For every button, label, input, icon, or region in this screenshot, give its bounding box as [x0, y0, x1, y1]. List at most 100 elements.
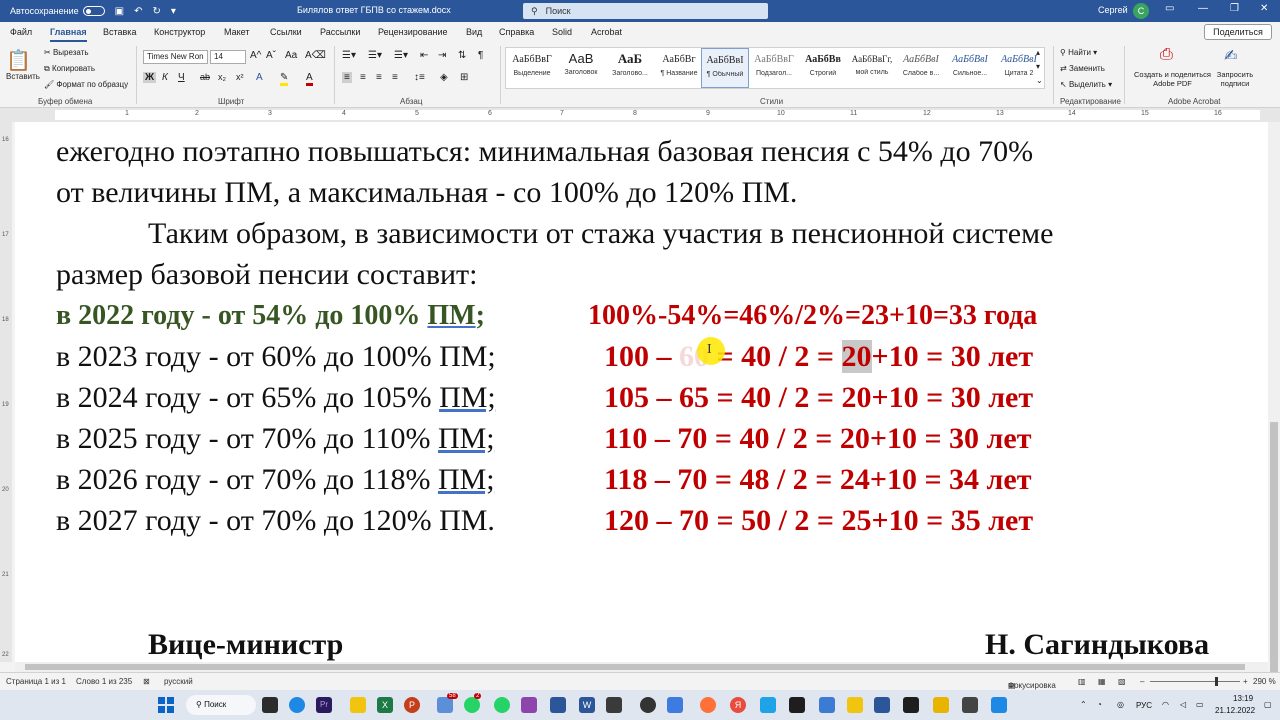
tray-chevron-icon[interactable]: ⌃	[1080, 700, 1087, 709]
create-pdf-button[interactable]: Создать и поделиться Adobe PDF	[1130, 70, 1215, 88]
app-icon[interactable]	[819, 697, 835, 713]
proofing-icon[interactable]: ⊠	[143, 677, 150, 686]
tab-layout[interactable]: Макет	[224, 27, 249, 37]
shading-icon[interactable]: ◈	[440, 72, 448, 83]
zoom-in-icon[interactable]: +	[1243, 677, 1248, 686]
share-button[interactable]: Поделиться	[1204, 24, 1272, 40]
app-icon[interactable]	[667, 697, 683, 713]
copy-button[interactable]: ⧉ Копировать	[44, 64, 95, 74]
app-icon[interactable]	[847, 697, 863, 713]
taskbar-search[interactable]: ⚲ Поиск	[186, 695, 256, 715]
premiere-icon[interactable]: Pr	[316, 697, 332, 713]
align-center-icon[interactable]: ≡	[360, 72, 366, 83]
clock-date[interactable]: 21.12.2022	[1215, 706, 1255, 715]
underline-button[interactable]: Ч	[178, 72, 185, 83]
align-right-icon[interactable]: ≡	[376, 72, 382, 83]
word-icon[interactable]: W	[579, 697, 595, 713]
line-spacing-icon[interactable]: ↕≡	[414, 72, 425, 83]
style-item[interactable]: АаВ Заголовок	[557, 48, 605, 88]
tray-icon[interactable]: ◔	[1097, 700, 1102, 709]
app-icon[interactable]	[874, 697, 890, 713]
minimize-icon[interactable]: —	[1198, 3, 1208, 14]
excel-icon[interactable]: X	[377, 697, 393, 713]
edge-icon[interactable]	[289, 697, 305, 713]
font-name-box[interactable]: Times New Ron	[143, 50, 208, 64]
multilevel-list-icon[interactable]: ☰▾	[394, 50, 408, 61]
maximize-icon[interactable]: ❐	[1230, 3, 1239, 14]
style-item[interactable]: АаБбВвI Сильное...	[946, 48, 994, 88]
whatsapp-business-icon[interactable]	[494, 697, 510, 713]
app-icon[interactable]	[933, 697, 949, 713]
styles-more-icon[interactable]: ⌄	[1036, 76, 1043, 85]
tab-file[interactable]: Файл	[10, 27, 32, 37]
subscript-button[interactable]: x₂	[218, 72, 226, 82]
scrollbar-thumb[interactable]	[1270, 422, 1278, 672]
cut-button[interactable]: ✂ Вырезать	[44, 48, 89, 57]
ribbon-display-icon[interactable]: ▭	[1165, 3, 1174, 14]
pilcrow-icon[interactable]: ¶	[478, 50, 483, 61]
battery-icon[interactable]: ▭	[1196, 700, 1204, 709]
read-mode-icon[interactable]: ▥	[1078, 677, 1086, 686]
app-icon[interactable]	[962, 697, 978, 713]
tab-home[interactable]: Главная	[50, 27, 87, 42]
zoom-level[interactable]: 290 %	[1253, 677, 1276, 686]
title-search-box[interactable]: ⚲ Поиск	[523, 3, 768, 19]
style-item[interactable]: АаБбВвГг, мой стиль	[848, 48, 896, 88]
save-icon[interactable]: ▣	[115, 6, 124, 17]
undo-icon[interactable]: ↶	[134, 6, 142, 17]
wifi-icon[interactable]: ◠	[1162, 700, 1169, 709]
avatar[interactable]: С	[1133, 3, 1149, 19]
redo-icon[interactable]: ↻	[152, 6, 160, 17]
notifications-icon[interactable]: ▢	[1264, 700, 1272, 709]
style-item[interactable]: АаБбВв Строгий	[799, 48, 847, 88]
tab-help[interactable]: Справка	[499, 27, 534, 37]
change-case-icon[interactable]: Aa	[285, 50, 297, 61]
highlight-icon[interactable]: ✎	[280, 72, 289, 86]
style-item[interactable]: АаБбВвГ Подзагол...	[750, 48, 798, 88]
task-view-icon[interactable]	[262, 697, 278, 713]
find-button[interactable]: ⚲ Найти ▾	[1060, 48, 1097, 57]
app-icon[interactable]	[903, 697, 919, 713]
close-icon[interactable]: ✕	[1260, 3, 1268, 14]
tab-view[interactable]: Вид	[466, 27, 482, 37]
yandex-icon[interactable]: Я	[730, 697, 746, 713]
paste-button[interactable]: Вставить	[6, 72, 40, 81]
signature-icon[interactable]: ✍	[1224, 46, 1237, 66]
tab-references[interactable]: Ссылки	[270, 27, 302, 37]
input-language[interactable]: РУС	[1136, 701, 1152, 710]
tab-insert[interactable]: Вставка	[103, 27, 136, 37]
selected-text[interactable]: 20	[841, 340, 872, 373]
font-color-icon[interactable]: A	[306, 72, 313, 86]
autosave-control[interactable]: Автосохранение	[10, 6, 105, 16]
scrollbar-thumb[interactable]	[25, 664, 1245, 670]
clock-time[interactable]: 13:19	[1233, 694, 1253, 703]
tab-review[interactable]: Рецензирование	[378, 27, 448, 37]
zoom-slider[interactable]	[1150, 681, 1240, 682]
word-count[interactable]: Слово 1 из 235	[76, 677, 132, 686]
tray-icon[interactable]: ◎	[1117, 700, 1124, 709]
superscript-button[interactable]: x²	[236, 72, 244, 82]
file-explorer-icon[interactable]	[350, 697, 366, 713]
replace-button[interactable]: ⇄ Заменить	[1060, 64, 1105, 73]
justify-icon[interactable]: ≡	[392, 72, 398, 83]
strikethrough-button[interactable]: ab	[200, 72, 210, 82]
style-item[interactable]: АаБбВг ¶ Название	[655, 48, 703, 88]
align-left-icon[interactable]: ≡	[342, 72, 352, 83]
style-item[interactable]: АаБбВвI Слабое в...	[897, 48, 945, 88]
sort-icon[interactable]: ⇅	[458, 50, 466, 61]
styles-scroll-down-icon[interactable]: ▾	[1036, 62, 1040, 71]
tab-acrobat[interactable]: Acrobat	[591, 27, 622, 37]
language-indicator[interactable]: русский	[164, 677, 193, 686]
select-button[interactable]: ↖ Выделить ▾	[1060, 80, 1112, 89]
grow-font-icon[interactable]: A^	[250, 50, 261, 61]
tab-mailings[interactable]: Рассылки	[320, 27, 360, 37]
app-icon[interactable]	[437, 697, 453, 713]
tab-design[interactable]: Конструктор	[154, 27, 205, 37]
style-item[interactable]: АаБбВвГ Выделение	[508, 48, 556, 88]
calculator-icon[interactable]	[550, 697, 566, 713]
vertical-scrollbar[interactable]	[1268, 122, 1280, 672]
user-name[interactable]: Сергей	[1098, 5, 1128, 15]
powerpoint-icon[interactable]: P	[404, 697, 420, 713]
shrink-font-icon[interactable]: Aˇ	[266, 50, 276, 61]
windows-start-icon[interactable]	[158, 697, 174, 713]
